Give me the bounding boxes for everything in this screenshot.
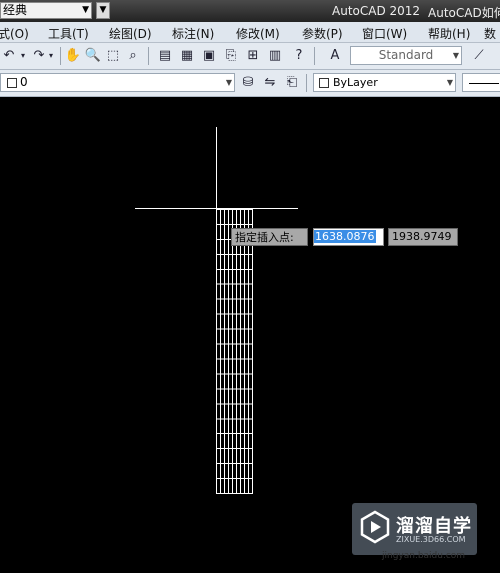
block-outline <box>216 209 253 494</box>
block-vertical-lines <box>220 209 249 494</box>
watermark-logo: 溜溜自学 ZIXUE.3D66.COM <box>352 503 477 555</box>
x-coordinate-input[interactable]: 1638.0876 <box>313 228 384 246</box>
watermark-url: jingyan.baidu.com <box>382 551 466 561</box>
block-horizontal-lines <box>216 223 253 480</box>
crosshair-vertical <box>216 127 217 210</box>
play-logo-icon <box>360 510 390 544</box>
y-coordinate-input[interactable]: 1938.9749 <box>388 228 458 246</box>
x-coordinate-value: 1638.0876 <box>314 230 376 243</box>
watermark-domain: ZIXUE.3D66.COM <box>396 535 466 544</box>
command-prompt-tooltip: 指定插入点: <box>231 228 308 246</box>
block-preview <box>216 209 253 494</box>
